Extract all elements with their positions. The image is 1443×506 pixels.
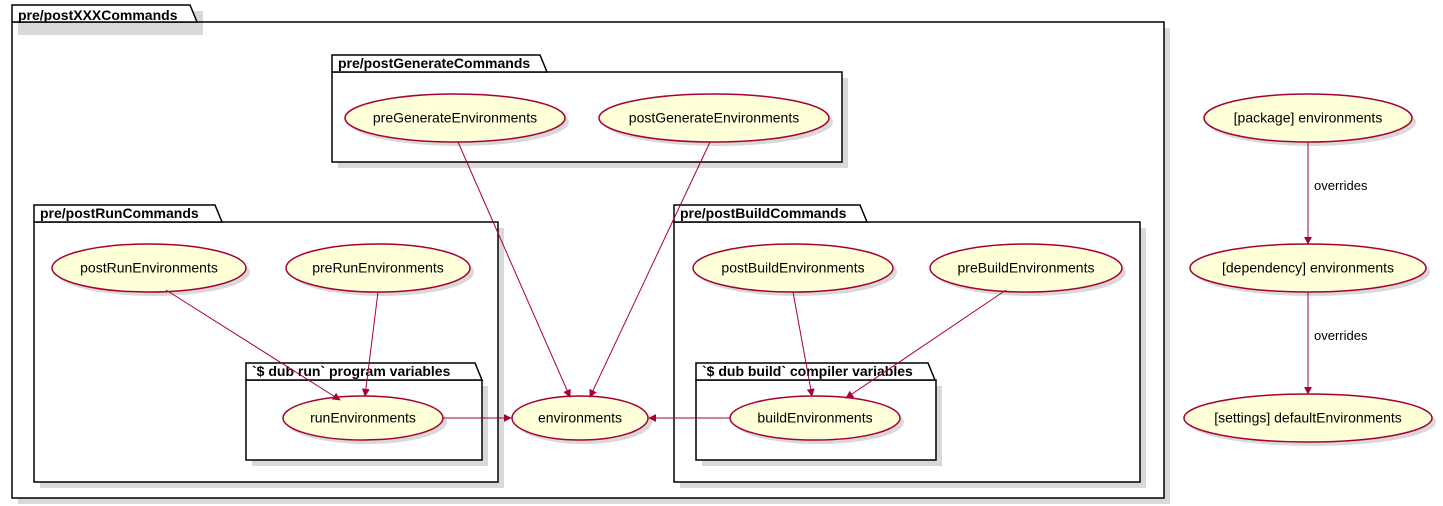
package-build: pre/postBuildCommands postBuildEnvironme… — [674, 205, 1146, 488]
diagram-canvas: pre/postXXXCommands pre/postGenerateComm… — [0, 0, 1443, 506]
node-postrun-label: postRunEnvironments — [80, 260, 218, 276]
node-postgenerate: postGenerateEnvironments — [599, 94, 833, 146]
node-prerun: preRunEnvironments — [286, 244, 474, 296]
node-postrun: postRunEnvironments — [52, 244, 250, 296]
node-prerun-label: preRunEnvironments — [312, 260, 444, 276]
node-postbuild: postBuildEnvironments — [693, 244, 897, 296]
node-default-environments: [settings] defaultEnvironments — [1184, 394, 1436, 446]
node-dependency-environments-label: [dependency] environments — [1222, 260, 1394, 276]
package-buildvars: `$ dub build` compiler variables buildEn… — [696, 363, 942, 466]
edge-overrides-1-label: overrides — [1314, 178, 1368, 193]
node-package-environments-label: [package] environments — [1234, 110, 1383, 126]
node-prebuild-label: preBuildEnvironments — [958, 260, 1095, 276]
node-prebuild: preBuildEnvironments — [930, 244, 1126, 296]
node-dependency-environments: [dependency] environments — [1190, 244, 1430, 296]
node-package-environments: [package] environments — [1204, 94, 1416, 146]
node-buildenv-label: buildEnvironments — [757, 410, 872, 426]
package-build-label: pre/postBuildCommands — [680, 205, 847, 221]
package-generate: pre/postGenerateCommands preGenerateEnvi… — [332, 55, 848, 168]
package-run-label: pre/postRunCommands — [40, 205, 199, 221]
node-environments-label: environments — [538, 410, 622, 426]
node-postgenerate-label: postGenerateEnvironments — [629, 110, 799, 126]
package-run: pre/postRunCommands postRunEnvironments … — [34, 205, 504, 488]
node-postbuild-label: postBuildEnvironments — [721, 260, 864, 276]
node-pregenerate-label: preGenerateEnvironments — [373, 110, 537, 126]
package-runvars-label: `$ dub run` program variables — [252, 363, 451, 379]
node-runenv-label: runEnvironments — [310, 410, 416, 426]
package-generate-label: pre/postGenerateCommands — [338, 55, 530, 71]
node-default-environments-label: [settings] defaultEnvironments — [1214, 410, 1402, 426]
edge-overrides-2-label: overrides — [1314, 328, 1368, 343]
node-pregenerate: preGenerateEnvironments — [345, 94, 569, 146]
package-outer-label: pre/postXXXCommands — [18, 7, 178, 23]
